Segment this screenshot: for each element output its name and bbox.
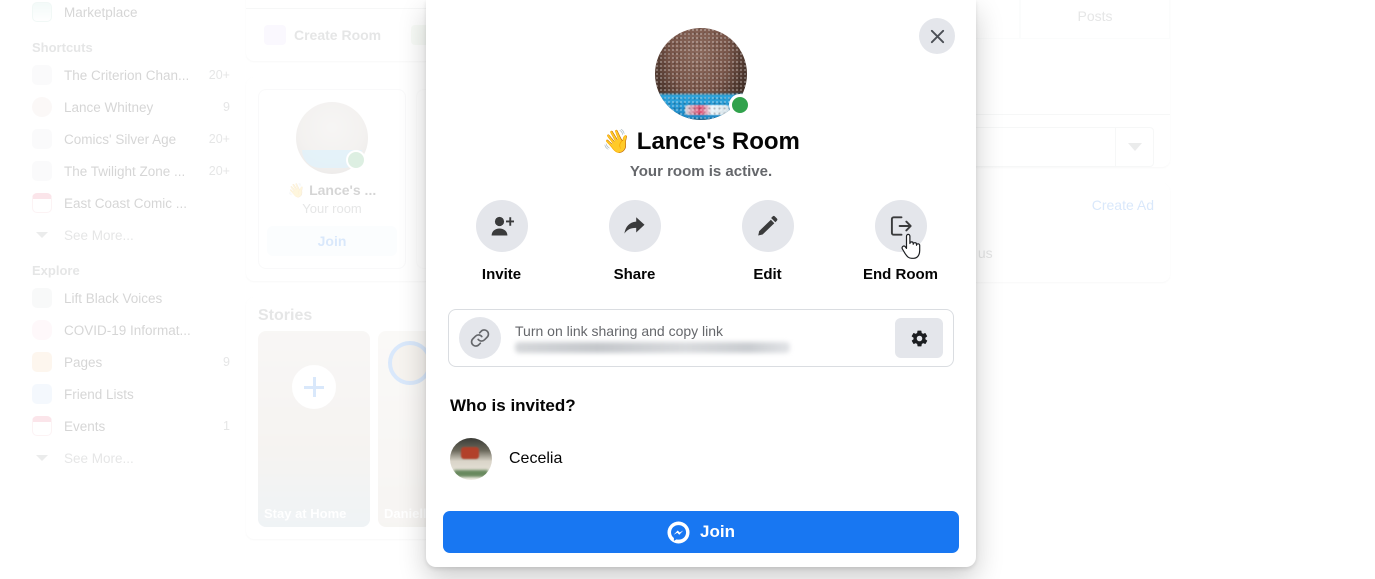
sidebar-item-criterion[interactable]: The Criterion Chan... 20+ [10,59,240,91]
sidebar-item-badge: 20+ [208,68,230,82]
calendar-icon [32,416,52,436]
share-button[interactable]: Share [568,200,701,283]
sidebar-item-east-coast-comic[interactable]: East Coast Comic ... [10,187,240,219]
create-room-label: Create Room [294,27,382,43]
profile-icon [32,97,52,117]
room-tile-subtitle: Your room [302,201,362,216]
exit-door-icon [874,200,927,252]
link-sharing-text: Turn on link sharing and copy link [501,323,895,353]
end-room-button[interactable]: End Room [834,200,967,283]
marketplace-icon [32,2,52,22]
edit-button[interactable]: Edit [701,200,834,283]
pencil-icon [741,200,794,252]
chain-link-icon [459,317,501,359]
group-icon [32,161,52,181]
sidebar-item-label: The Criterion Chan... [64,67,190,83]
room-tile-join-button[interactable]: Join [267,226,397,256]
gear-icon[interactable] [895,318,943,358]
sidebar-item-label: Pages [64,354,103,370]
sidebar-item-label: COVID-19 Informat... [64,322,191,338]
create-room-button[interactable]: Create Room [252,17,393,53]
sidebar-item-badge: 9 [223,355,230,369]
invitee-name: Cecelia [509,450,563,467]
chevron-down-icon [1115,128,1153,166]
room-link-url-obscured [515,342,790,353]
sidebar-section-shortcuts: Shortcuts [32,40,93,55]
online-status-badge [729,94,751,116]
person-add-icon [475,200,528,252]
sidebar-item-badge: 20+ [208,132,230,146]
sidebar-item-label: Friend Lists [64,386,134,402]
page-title: 👋 Lance's Room [426,128,976,156]
facebook-room-screen: Marketplace Shortcuts The Criterion Chan… [0,0,1375,579]
sidebar-item-label: Events [64,418,106,434]
avatar [655,28,751,120]
sidebar-item-badge: 1 [223,419,230,433]
action-label: End Room [863,266,938,283]
group-icon [32,65,52,85]
tab-posts[interactable]: Posts [1020,0,1170,39]
story-caption: Stay at Home [264,506,347,521]
wave-emoji-icon: 👋 [602,128,631,154]
shield-heart-icon [32,320,52,340]
sidebar-item-label: The Twilight Zone ... [64,163,186,179]
megaphone-icon [32,288,52,308]
sidebar-item-lance-whitney[interactable]: Lance Whitney 9 [10,91,240,123]
close-icon[interactable] [919,18,955,54]
sidebar-item-marketplace[interactable]: Marketplace [10,0,240,28]
story-create[interactable]: Stay at Home [258,331,370,527]
sidebar-item-label: Comics' Silver Age [64,131,177,147]
action-label: Share [613,266,656,283]
left-sidebar: Marketplace Shortcuts The Criterion Chan… [0,0,240,579]
action-label: Edit [753,266,782,283]
sidebar-item-label: Marketplace [64,4,138,20]
event-icon [32,193,52,213]
room-tile-avatar [296,102,368,174]
room-action-buttons: Invite Share Edit End Room [426,200,976,283]
sidebar-item-events[interactable]: Events 1 [10,410,240,442]
sidebar-item-pages[interactable]: Pages 9 [10,346,240,378]
room-title-text: Lance's Room [636,128,800,155]
sidebar-section-explore: Explore [32,263,80,278]
sidebar-explore-see-more[interactable]: See More... [10,442,240,474]
sidebar-item-covid-info[interactable]: COVID-19 Informat... [10,314,240,346]
link-sharing-row[interactable]: Turn on link sharing and copy link [448,309,954,367]
join-button-label: Join [700,522,735,541]
plus-icon [292,365,336,409]
room-details-dialog: 👋 Lance's Room Your room is active. Invit… [426,0,976,567]
sidebar-item-label: Lance Whitney [64,99,154,115]
sidebar-item-badge: 9 [223,100,230,114]
sidebar-item-label: East Coast Comic ... [64,195,188,211]
sidebar-item-comics-silver-age[interactable]: Comics' Silver Age 20+ [10,123,240,155]
link-sharing-title: Turn on link sharing and copy link [515,323,724,339]
sidebar-item-twilight-zone[interactable]: The Twilight Zone ... 20+ [10,155,240,187]
sidebar-item-label: Lift Black Voices [64,290,163,306]
room-tile[interactable]: 👋 Lance's ... Your room Join [258,89,406,269]
invited-header: Who is invited? [450,396,576,415]
share-arrow-icon [608,200,661,252]
invite-button[interactable]: Invite [435,200,568,283]
room-tile-name: 👋 Lance's ... [287,182,377,198]
chevron-down-icon [32,225,52,245]
join-button[interactable]: Join [443,511,959,553]
room-status-text: Your room is active. [629,163,773,180]
flag-icon [32,352,52,372]
invitee-avatar [450,438,492,480]
list-item[interactable]: Cecelia [450,438,562,480]
sidebar-item-lift-black-voices[interactable]: Lift Black Voices [10,282,240,314]
sidebar-shortcuts-see-more[interactable]: See More... [10,219,240,251]
see-more-label: See More... [64,227,134,243]
sidebar-item-badge: 20+ [208,164,230,178]
action-label: Invite [481,266,522,283]
messenger-icon [667,520,690,544]
video-plus-icon [264,25,286,45]
sidebar-item-friend-lists[interactable]: Friend Lists [10,378,240,410]
see-more-label: See More... [64,450,134,466]
chevron-down-icon [32,448,52,468]
group-icon [32,129,52,149]
friends-icon [32,384,52,404]
